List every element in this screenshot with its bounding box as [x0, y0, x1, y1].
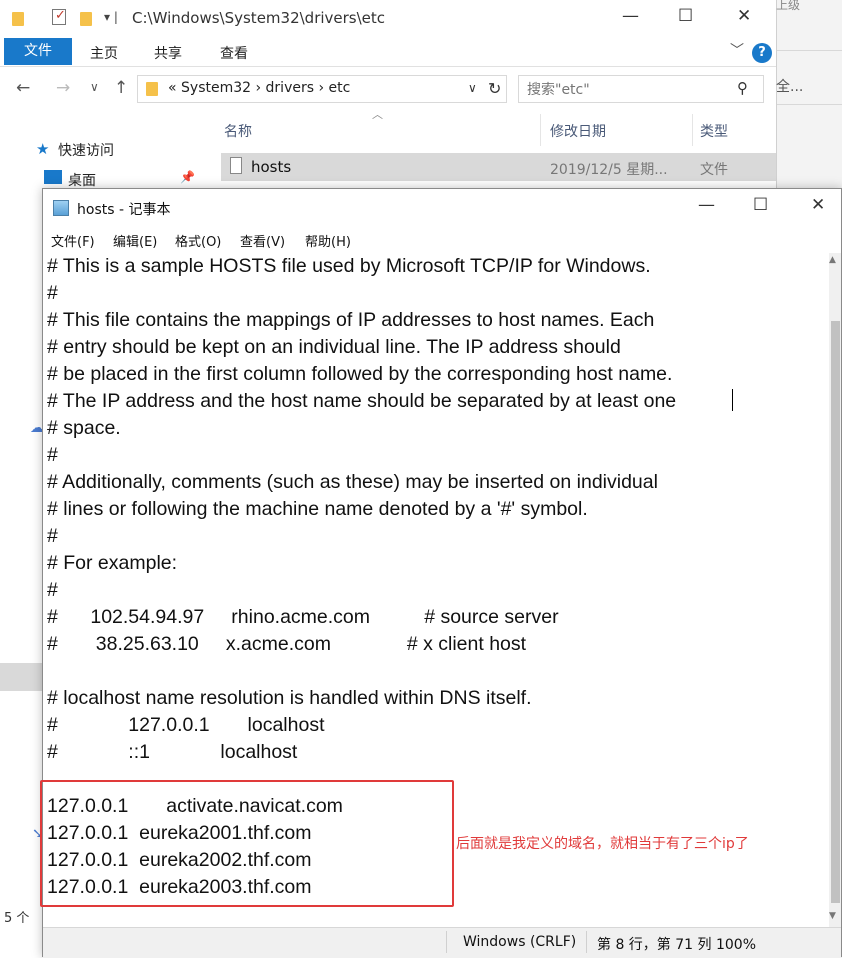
- menu-edit[interactable]: 编辑(E): [113, 231, 157, 250]
- divider: [777, 104, 842, 105]
- breadcrumb[interactable]: « System32 › drivers › etc: [168, 80, 350, 96]
- up-arrow-icon[interactable]: ↑: [114, 78, 128, 98]
- forward-arrow-icon[interactable]: →: [56, 78, 70, 98]
- text-line: # 102.54.94.97 rhino.acme.com # source s…: [47, 606, 559, 628]
- item-count: 5 个: [4, 911, 30, 926]
- star-icon: ★: [36, 140, 50, 158]
- scroll-up-icon[interactable]: ▲: [829, 255, 836, 265]
- ribbon-expand-chevron-icon[interactable]: ﹀: [730, 40, 744, 60]
- menu-file[interactable]: 文件(F): [51, 231, 95, 250]
- search-input[interactable]: [525, 79, 729, 101]
- ribbon-tab-file[interactable]: 文件: [4, 38, 72, 65]
- search-icon[interactable]: ⚲: [737, 79, 748, 97]
- text-line: # lines or following the machine name de…: [47, 498, 588, 520]
- notepad-icon[interactable]: [53, 200, 69, 216]
- text-line: # entry should be kept on an individual …: [47, 336, 621, 358]
- column-header-type[interactable]: 类型: [700, 121, 728, 141]
- nav-item-desktop[interactable]: 桌面: [68, 170, 96, 190]
- text-caret: [732, 389, 733, 411]
- refresh-icon[interactable]: ↻: [488, 79, 501, 98]
- text-line: # space.: [47, 417, 121, 439]
- status-encoding: Windows (CRLF): [463, 934, 577, 950]
- file-name: hosts: [251, 158, 292, 176]
- text-line: #: [47, 282, 58, 304]
- nav-item-quick-access[interactable]: 快速访问: [58, 140, 114, 160]
- background-clipped-text: 上级: [776, 0, 801, 12]
- text-line: # The IP address and the host name shoul…: [47, 390, 677, 412]
- scroll-down-icon[interactable]: ▼: [829, 911, 836, 921]
- text-line: # This is a sample HOSTS file used by Mi…: [47, 255, 651, 277]
- column-header-name[interactable]: 名称: [224, 121, 252, 141]
- desktop-icon: [44, 170, 62, 184]
- menu-help[interactable]: 帮助(H): [305, 231, 351, 250]
- explorer-maximize-button[interactable]: ☐: [678, 6, 693, 26]
- text-line: #: [47, 525, 58, 547]
- nav-item-selected[interactable]: [0, 663, 44, 691]
- ribbon-tab-share[interactable]: 共享: [154, 43, 182, 63]
- text-line: # 38.25.63.10 x.acme.com # x client host: [47, 633, 527, 655]
- help-icon[interactable]: ?: [752, 43, 772, 63]
- recent-locations-chevron-icon[interactable]: ∨: [90, 80, 99, 94]
- text-line: # 127.0.0.1 localhost: [47, 714, 325, 736]
- folder-icon[interactable]: [12, 12, 24, 26]
- scrollbar-thumb[interactable]: [831, 321, 840, 903]
- properties-icon[interactable]: ✓: [52, 8, 66, 25]
- file-row-hosts[interactable]: [221, 153, 776, 181]
- ribbon-tab-home[interactable]: 主页: [90, 43, 118, 63]
- pin-icon[interactable]: 📌: [180, 170, 195, 184]
- address-bar[interactable]: « System32 › drivers › etc ∨ ↻: [137, 75, 507, 103]
- menu-format[interactable]: 格式(O): [175, 231, 221, 250]
- explorer-title: C:\Windows\System32\drivers\etc: [132, 9, 386, 27]
- back-arrow-icon[interactable]: ←: [16, 78, 30, 98]
- explorer-close-button[interactable]: ✕: [737, 6, 751, 26]
- notepad-title: hosts - 记事本: [77, 202, 171, 218]
- status-cursor-position: 第 8 行，第 71 列 100%: [597, 937, 756, 953]
- text-line: # localhost name resolution is handled w…: [47, 687, 532, 709]
- file-icon: [230, 157, 242, 174]
- notepad-close-button[interactable]: ✕: [811, 195, 825, 215]
- search-box[interactable]: ⚲: [518, 75, 764, 103]
- status-divider: [446, 931, 447, 953]
- file-date: 2019/12/5 星期...: [550, 162, 668, 178]
- sort-up-icon: ︿: [372, 108, 383, 121]
- column-divider[interactable]: [540, 114, 541, 146]
- column-divider[interactable]: [692, 114, 693, 146]
- file-type: 文件: [700, 162, 728, 178]
- address-folder-icon: [146, 82, 158, 96]
- text-line: # Additionally, comments (such as these)…: [47, 471, 658, 493]
- quick-access-dropdown-icon[interactable]: ▾ |: [104, 10, 118, 24]
- menu-view[interactable]: 查看(V): [240, 231, 285, 250]
- ribbon-tab-view[interactable]: 查看: [220, 43, 248, 63]
- text-line: # This file contains the mappings of IP …: [47, 309, 655, 331]
- divider: [777, 50, 842, 51]
- menu-bar: [43, 227, 841, 251]
- new-folder-icon[interactable]: [80, 12, 92, 26]
- status-divider: [586, 931, 587, 953]
- notepad-maximize-button[interactable]: ☐: [753, 195, 768, 215]
- text-line: # be placed in the first column followed…: [47, 363, 673, 385]
- text-line: #: [47, 444, 58, 466]
- explorer-minimize-button[interactable]: —: [622, 6, 639, 26]
- address-dropdown-icon[interactable]: ∨: [468, 81, 477, 95]
- text-line: # For example:: [47, 552, 178, 574]
- annotation-text: 后面就是我定义的域名，就相当于有了三个ip了: [456, 836, 749, 852]
- text-line: # ::1 localhost: [47, 741, 298, 763]
- text-line: #: [47, 579, 58, 601]
- background-clipped-text: 全...: [776, 79, 804, 95]
- column-header-date[interactable]: 修改日期: [550, 121, 606, 141]
- annotation-highlight-box: [40, 780, 454, 907]
- notepad-minimize-button[interactable]: —: [698, 195, 715, 215]
